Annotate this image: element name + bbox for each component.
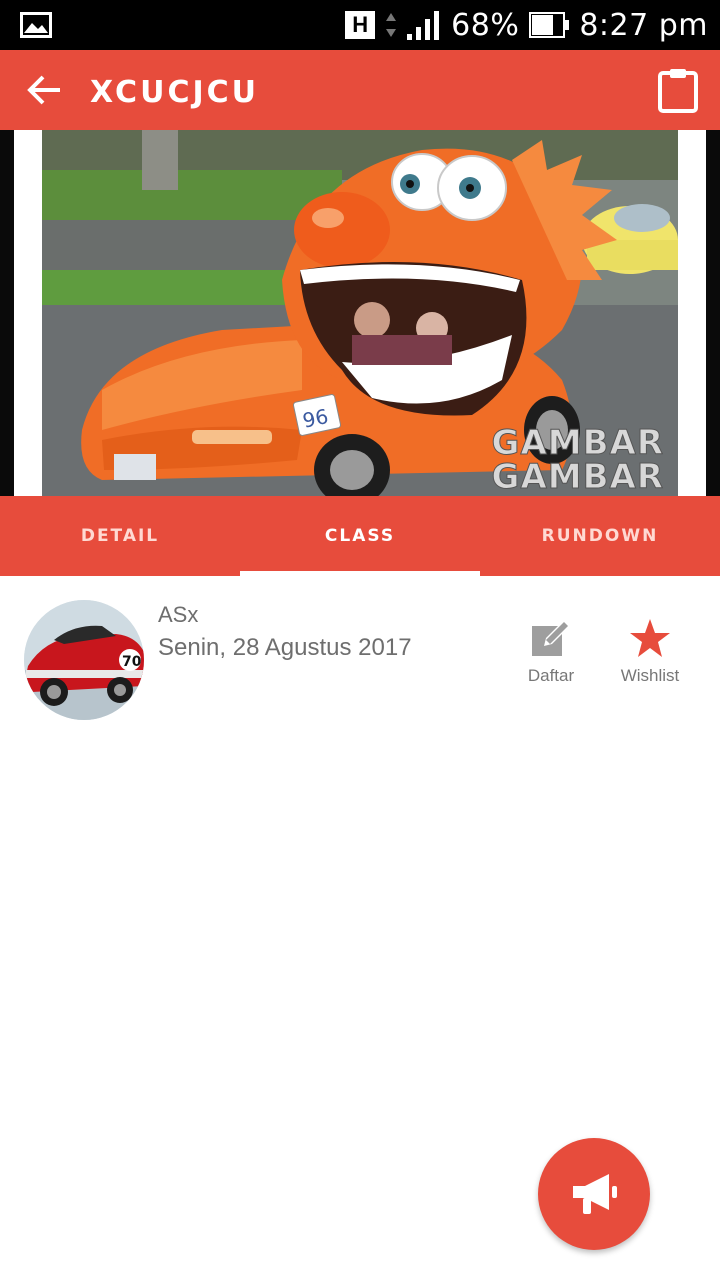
event-banner: 96 GAMBAR GAMBAR xyxy=(0,130,720,496)
edit-note-icon xyxy=(532,620,570,656)
tab-bar: DETAIL CLASS RUNDOWN xyxy=(0,496,720,576)
class-name: ASx xyxy=(158,602,199,627)
tab-rundown[interactable]: RUNDOWN xyxy=(480,496,720,576)
avatar-car-number: 70 xyxy=(122,654,142,670)
page-title: XCUCJCU xyxy=(90,75,259,110)
battery-icon xyxy=(529,12,570,38)
status-bar-right: H 68% 8:27 pm xyxy=(345,0,708,50)
banner-frame: 96 GAMBAR GAMBAR xyxy=(14,130,706,496)
class-date: Senin, 28 Agustus 2017 xyxy=(158,634,412,661)
network-type-badge: H xyxy=(345,11,376,39)
daftar-button[interactable]: Daftar xyxy=(506,616,596,686)
tab-detail[interactable]: DETAIL xyxy=(0,496,240,576)
megaphone-icon xyxy=(573,1174,617,1214)
announcement-fab[interactable] xyxy=(538,1138,650,1250)
image-watermark: GAMBAR GAMBAR xyxy=(491,423,664,496)
class-list-item[interactable]: 70 ASx Senin, 28 Agustus 2017 Daftar Wis… xyxy=(0,576,720,736)
battery-percent: 68% xyxy=(451,7,520,43)
status-bar: H 68% 8:27 pm xyxy=(0,0,720,50)
watermark-line-1: GAMBAR xyxy=(491,423,664,463)
tab-class[interactable]: CLASS xyxy=(240,496,480,576)
signal-icon xyxy=(407,11,440,40)
data-arrows-icon xyxy=(386,13,397,37)
star-icon xyxy=(630,619,670,657)
red-car-avatar-image: 70 xyxy=(24,600,144,720)
wishlist-button[interactable]: Wishlist xyxy=(605,616,695,686)
back-button[interactable] xyxy=(20,68,68,112)
watermark-line-2: GAMBAR xyxy=(491,457,664,496)
wishlist-label: Wishlist xyxy=(620,666,680,685)
gallery-notification-icon xyxy=(20,12,52,38)
clipboard-icon xyxy=(658,69,698,113)
banner-photo: 96 GAMBAR GAMBAR xyxy=(42,130,678,496)
daftar-label: Daftar xyxy=(527,666,575,685)
clock: 8:27 pm xyxy=(579,7,708,43)
arrow-back-icon xyxy=(27,75,60,105)
app-bar: XCUCJCU xyxy=(0,50,720,130)
avatar: 70 xyxy=(24,600,144,720)
clipboard-button[interactable] xyxy=(656,66,700,114)
